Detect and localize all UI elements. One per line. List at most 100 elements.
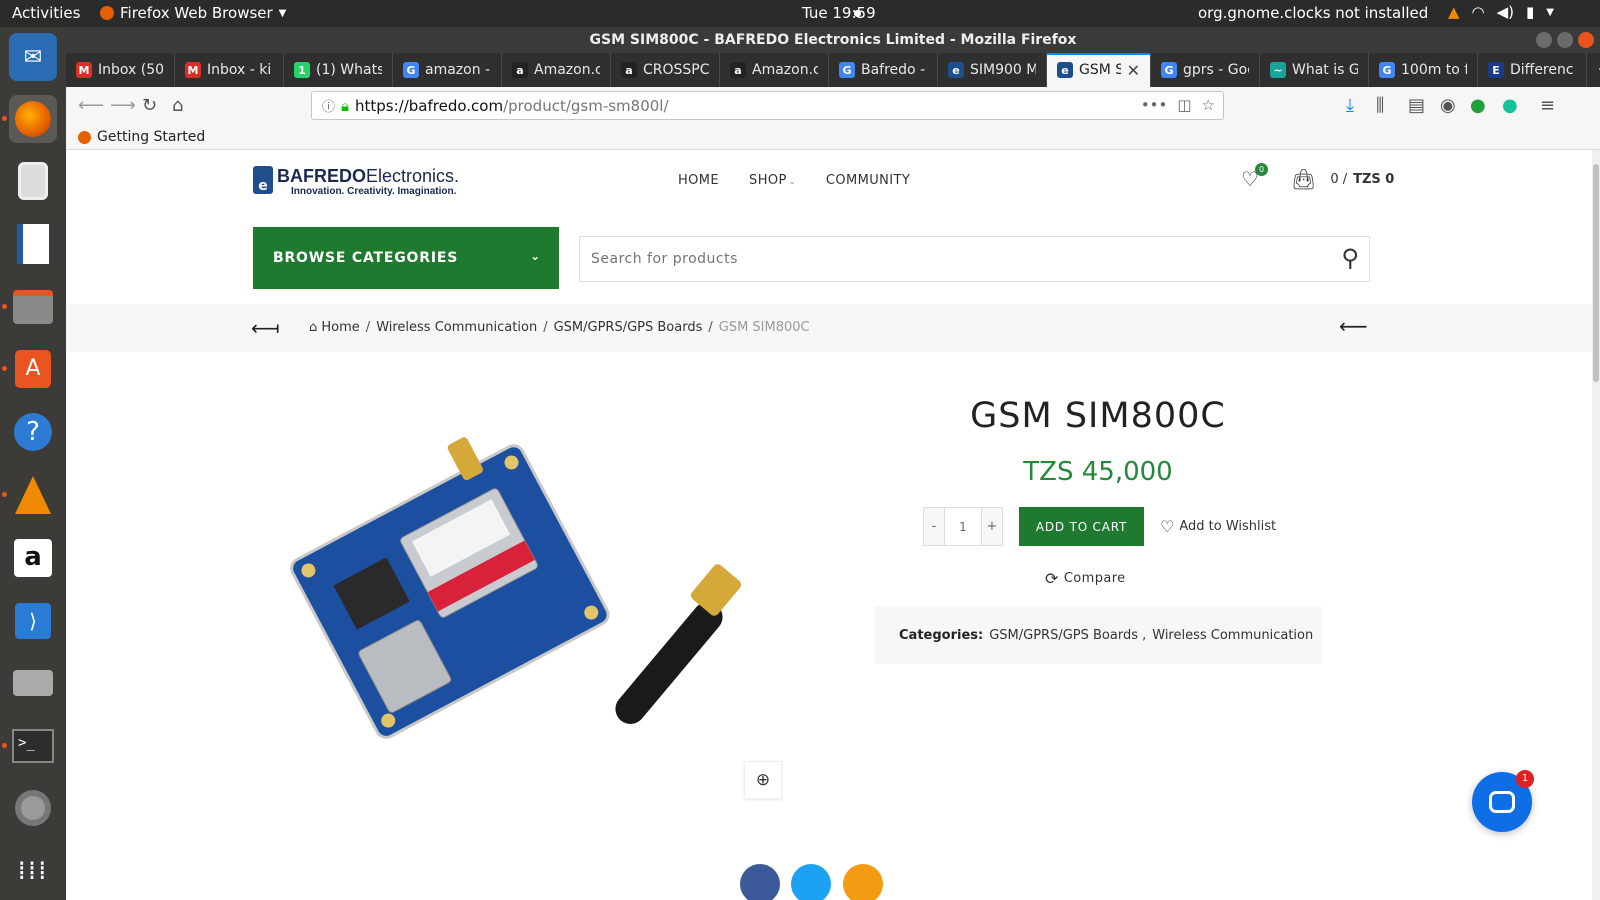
product-title: GSM SIM800C [970,396,1226,436]
clock[interactable]: Tue 19:59 [802,4,876,22]
new-tab-button[interactable]: + [1587,53,1600,87]
thunderbird-icon[interactable]: ✉ [9,33,57,81]
zoom-icon[interactable]: ⊕ [744,761,782,799]
bookmark-star-icon[interactable]: ☆ [1202,96,1215,114]
add-to-wishlist-link[interactable]: ♡ Add to Wishlist [1160,517,1276,536]
firefox-icon[interactable] [9,95,57,143]
compare-link[interactable]: ⟳ Compare [1045,569,1126,588]
category-link-wireless[interactable]: Wireless Communication [1152,628,1313,643]
cart-count[interactable]: 0 / [1330,172,1347,187]
breadcrumb-gsm-boards[interactable]: GSM/GPRS/GPS Boards [554,320,703,335]
terminal-icon[interactable]: >_ [9,722,57,770]
browser-tab[interactable]: e GSM SI ✕ [1047,53,1151,87]
nav-community[interactable]: COMMUNITY [826,173,910,188]
browser-tab[interactable]: ~ What is G [1260,53,1369,87]
chat-widget-button[interactable]: 1 [1472,770,1534,832]
scrollbar-thumb[interactable] [1593,164,1599,382]
close-window-button[interactable] [1578,32,1594,48]
browser-tab[interactable]: a CROSSPC [611,53,720,87]
quantity-stepper: - 1 + [923,507,1003,546]
quantity-decrease-button[interactable]: - [924,508,944,545]
app-menu[interactable]: Firefox Web Browser ▼ [100,4,286,22]
breadcrumb-separator: / [543,320,548,335]
power-menu-icon[interactable]: ▼ [1546,7,1554,18]
breadcrumb-home[interactable]: ⌂ Home [309,320,360,335]
home-icon[interactable]: ⌂ [172,95,183,116]
forward-arrow-icon[interactable]: ⟶ [110,95,136,116]
breadcrumb-current: GSM SIM800C [718,320,810,335]
url-host: https://bafredo.com [355,96,504,115]
twitter-share-icon[interactable] [791,864,831,900]
help-icon[interactable]: ? [9,408,57,456]
apps-grid-icon[interactable]: ⁞⁞⁞ [9,847,57,895]
library-icon[interactable]: ⫼ [1376,95,1384,116]
maximize-button[interactable] [1557,32,1573,48]
rhythmbox-icon[interactable] [9,157,57,205]
previous-product-arrow-icon[interactable]: ⟻ [251,316,280,340]
back-arrow-icon[interactable]: ⟵ [78,95,104,116]
battery-icon[interactable]: ▮ [1526,3,1534,21]
category-link-gsm[interactable]: GSM/GPRS/GPS Boards , [989,628,1146,643]
browser-tab[interactable]: E Differenc [1478,53,1587,87]
breadcrumb-wireless[interactable]: Wireless Communication [376,320,537,335]
browser-tab[interactable]: M Inbox - ki [175,53,284,87]
browser-tab[interactable]: G 100m to f [1369,53,1478,87]
account-icon[interactable]: ◉ [1440,95,1456,116]
minimize-button[interactable] [1536,32,1552,48]
browser-tab[interactable]: a Amazon.c [720,53,829,87]
download-icon[interactable]: ⤓ [1346,95,1354,116]
vlc-icon[interactable] [9,471,57,519]
browser-tab[interactable]: M Inbox (50 [66,53,175,87]
browser-tab[interactable]: a Amazon.c [502,53,611,87]
activities-button[interactable]: Activities [12,4,80,22]
add-to-cart-button[interactable]: ADD TO CART [1019,507,1144,546]
settings-icon[interactable] [9,784,57,832]
tab-favicon-icon: e [1057,62,1073,78]
vlc-tray-icon[interactable]: ▲ [1448,3,1460,21]
reload-icon[interactable]: ↻ [142,95,157,116]
pocket-icon[interactable]: ◫ [1177,96,1191,114]
sidebar-icon[interactable]: ▤ [1408,95,1425,116]
browser-tab[interactable]: e SIM900 M [938,53,1047,87]
hamburger-menu-icon[interactable]: ≡ [1540,95,1555,116]
quantity-input[interactable]: 1 [944,508,982,545]
search-input[interactable] [591,251,1291,267]
running-indicator [2,366,7,371]
volume-icon[interactable]: ◀) [1497,3,1514,21]
search-icon[interactable]: ⚲ [1341,244,1359,272]
files-icon[interactable] [9,283,57,331]
site-logo[interactable]: e BAFREDOElectronics. Innovation. Creati… [253,166,459,197]
email-share-icon[interactable] [843,864,883,900]
cart-total[interactable]: TZS 0 [1353,172,1394,187]
software-center-icon[interactable]: A [9,345,57,393]
wifi-icon[interactable]: ◠ [1472,3,1485,21]
amazon-icon[interactable]: a [9,534,57,582]
wishlist-icon[interactable]: ♡ 0 [1241,163,1268,191]
browser-tab[interactable]: Ggprs - Goo [1151,53,1260,87]
tab-label: GSM SI [1079,62,1121,78]
disk-tool-icon[interactable] [9,659,57,707]
writer-icon[interactable] [9,220,57,268]
product-image[interactable] [274,418,774,778]
facebook-share-icon[interactable] [740,864,780,900]
lock-icon[interactable]: 🔒︎ [341,97,349,115]
next-product-arrow-icon[interactable]: ⟵ [1339,314,1368,338]
bookmark-getting-started[interactable]: Getting Started [97,129,205,145]
shopping-bag-icon[interactable]: 👜︎ [1291,167,1316,191]
url-bar[interactable]: ⓘ 🔒︎ https://bafredo.com/product/gsm-sm8… [311,91,1224,120]
grammarly-icon[interactable]: ● [1502,95,1518,116]
browser-tab[interactable]: G Bafredo - [829,53,938,87]
page-scrollbar[interactable] [1592,150,1600,900]
extension-b-icon[interactable]: ● [1470,95,1486,116]
browser-tab[interactable]: 1 (1) Whats [284,53,393,87]
system-tray[interactable]: ▲ ◠ ◀) ▮ ▼ [1448,3,1554,21]
quantity-increase-button[interactable]: + [982,508,1002,545]
info-icon[interactable]: ⓘ [322,96,335,115]
nav-shop[interactable]: SHOP ⌄ [749,173,796,188]
nav-home[interactable]: HOME [678,173,719,188]
page-actions-icon[interactable]: ••• [1141,96,1168,114]
browse-categories-button[interactable]: BROWSE CATEGORIES ⌄ [253,227,559,289]
browser-tab[interactable]: Gamazon - [393,53,502,87]
vscode-icon[interactable]: ⟩ [9,597,57,645]
close-tab-icon[interactable]: ✕ [1127,61,1140,80]
